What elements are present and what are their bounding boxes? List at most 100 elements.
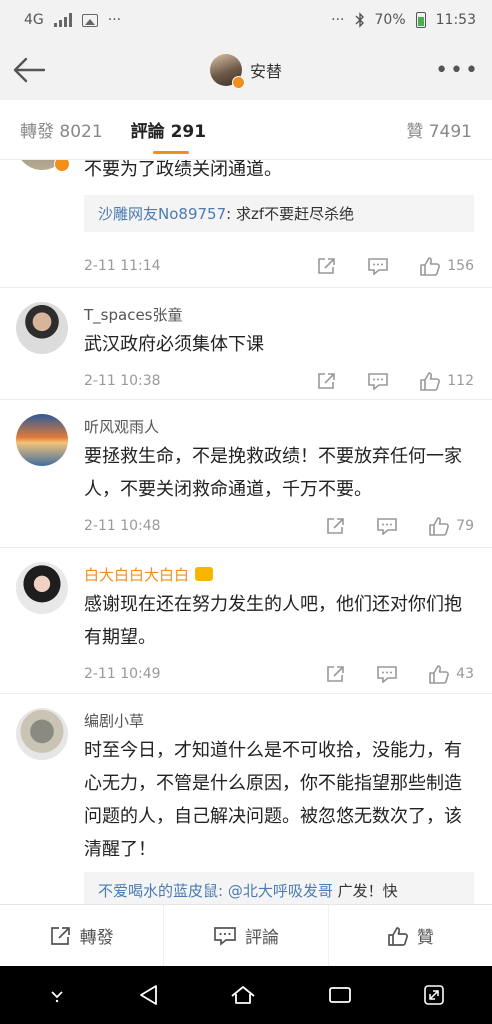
comment-time: 2-11 10:48 xyxy=(84,518,161,534)
like-count: 156 xyxy=(447,258,474,274)
recent-apps-icon[interactable] xyxy=(327,984,353,1006)
commenter-name[interactable]: 编剧小草 xyxy=(84,710,144,731)
reply-preview[interactable]: 不爱喝水的蓝皮鼠: @北大呼吸发哥 广发！快 xyxy=(84,872,474,904)
share-icon xyxy=(50,926,70,945)
reply-icon[interactable] xyxy=(367,372,389,390)
thumbs-up-icon xyxy=(420,257,441,276)
status-more-right: ··· xyxy=(331,12,345,28)
commenter-avatar[interactable] xyxy=(16,302,68,354)
author-name[interactable]: 安替 xyxy=(250,58,282,82)
reply-icon[interactable] xyxy=(376,665,398,683)
like-label: 贊 xyxy=(416,928,434,948)
tab-comments-label: 評論 xyxy=(130,122,165,142)
network-indicator: 4G xyxy=(24,12,44,28)
vip-crown-icon xyxy=(195,567,214,581)
comment-button[interactable]: 評論 xyxy=(164,905,329,966)
share-icon[interactable] xyxy=(326,665,346,683)
comment-text: 武汉政府必须集体下课 xyxy=(84,334,264,355)
reply-preview[interactable]: 沙雕网友No89757: 求zf不要赶尽杀绝 xyxy=(84,195,474,232)
system-nav-bar xyxy=(0,966,492,1024)
clock: 11:53 xyxy=(435,12,476,28)
like-count: 79 xyxy=(456,518,474,534)
comment-meta: 2-11 11:14 156 xyxy=(84,255,474,277)
thumbs-up-icon xyxy=(429,665,450,684)
author-header[interactable]: 安替 xyxy=(209,54,282,89)
verified-badge-icon xyxy=(231,76,245,89)
tab-likes-count: 7491 xyxy=(428,122,472,142)
reply-mention[interactable]: : @北大呼吸发哥 xyxy=(218,882,333,900)
comment-meta: 2-11 10:49 43 xyxy=(84,663,474,685)
comment-time: 2-11 10:49 xyxy=(84,666,161,682)
comment-icon xyxy=(214,926,236,946)
status-more: ··· xyxy=(107,12,122,28)
comment-item: 编剧小草 时至今日，才知道什么是不可收拾，没能力，有心无力，不管是什么原因，你不… xyxy=(0,694,492,904)
tab-reposts-count: 8021 xyxy=(59,122,103,142)
comment-time: 2-11 10:38 xyxy=(84,373,161,389)
tab-reposts[interactable]: 轉發 8021 xyxy=(20,117,103,142)
thumbs-up-icon xyxy=(429,517,450,536)
comment-item: 不要为了政绩关闭通道。 沙雕网友No89757: 求zf不要赶尽杀绝 2-11 … xyxy=(0,160,492,288)
tab-likes-label: 贊 xyxy=(406,122,424,142)
like-post-button[interactable]: 贊 xyxy=(329,905,492,966)
commenter-name[interactable]: T_spaces张童 xyxy=(84,304,182,325)
repost-label: 轉發 xyxy=(79,928,114,948)
repost-button[interactable]: 轉發 xyxy=(0,905,165,966)
commenter-avatar[interactable] xyxy=(16,160,70,172)
author-avatar[interactable] xyxy=(209,54,245,89)
comment-meta: 2-11 10:38 112 xyxy=(84,370,474,392)
tab-bar: 轉發 8021 評論 291 贊 7491 xyxy=(0,100,492,160)
reply-text: 广发！快 xyxy=(332,882,398,900)
comment-item: T_spaces张童 武汉政府必须集体下课 2-11 10:38 112 xyxy=(0,288,492,400)
tab-comments[interactable]: 評論 291 xyxy=(130,117,207,154)
commenter-avatar[interactable] xyxy=(16,708,68,760)
comment-item: 白大白白大白白 感谢现在还在努力发生的人吧，他们还对你们抱有期望。 2-11 1… xyxy=(0,548,492,694)
reply-username[interactable]: 不爱喝水的蓝皮鼠 xyxy=(98,882,218,900)
bottom-action-bar: 轉發 評論 贊 xyxy=(0,904,492,966)
back-button[interactable] xyxy=(12,54,48,86)
verified-badge-icon xyxy=(54,160,70,172)
share-icon[interactable] xyxy=(317,372,337,390)
share-icon[interactable] xyxy=(326,517,346,535)
comment-meta: 2-11 10:48 79 xyxy=(84,515,474,537)
like-count: 43 xyxy=(456,666,474,682)
comment-label: 評論 xyxy=(244,928,279,948)
comment-item: 听风观雨人 要拯救生命，不是挽救政绩！不要放弃任何一家人，不要关闭救命通道，千万… xyxy=(0,400,492,548)
share-icon[interactable] xyxy=(317,257,337,275)
commenter-avatar[interactable] xyxy=(16,414,68,466)
commenter-name[interactable]: 听风观雨人 xyxy=(84,416,159,437)
thumbs-up-icon xyxy=(387,926,408,946)
tab-reposts-label: 轉發 xyxy=(20,122,54,142)
expand-icon[interactable] xyxy=(422,983,446,1007)
home-icon[interactable] xyxy=(228,984,258,1006)
thumbs-up-icon xyxy=(420,372,441,391)
reply-icon[interactable] xyxy=(376,517,398,535)
reply-text: : 求zf不要赶尽杀绝 xyxy=(226,205,355,223)
like-button[interactable]: 112 xyxy=(419,371,474,391)
status-bar: 4G ··· ··· 70% 11:53 xyxy=(0,0,492,40)
comment-text: 感谢现在还在努力发生的人吧，他们还对你们抱有期望。 xyxy=(84,594,462,648)
tab-comments-count: 291 xyxy=(170,122,207,142)
reply-username[interactable]: 沙雕网友No89757 xyxy=(98,205,226,223)
comment-text: 要拯救生命，不是挽救政绩！不要放弃任何一家人，不要关闭救命通道，千万不要。 xyxy=(84,446,462,500)
like-button[interactable]: 79 xyxy=(428,516,474,536)
commenter-avatar[interactable] xyxy=(16,562,68,614)
signal-icon xyxy=(53,13,72,27)
like-button[interactable]: 43 xyxy=(428,664,474,684)
nav-bar: 安替 ••• xyxy=(0,40,492,100)
like-count: 112 xyxy=(447,373,474,389)
image-notification-icon xyxy=(81,13,98,27)
arrow-left-icon xyxy=(13,57,46,83)
battery-icon xyxy=(415,12,426,28)
bluetooth-icon xyxy=(355,12,364,28)
more-options-button[interactable]: ••• xyxy=(435,58,480,83)
back-triangle-icon[interactable] xyxy=(137,983,159,1007)
commenter-name[interactable]: 白大白白大白白 xyxy=(84,564,214,585)
comment-feed[interactable]: 不要为了政绩关闭通道。 沙雕网友No89757: 求zf不要赶尽杀绝 2-11 … xyxy=(0,160,492,904)
tab-likes[interactable]: 贊 7491 xyxy=(406,117,472,142)
comment-text: 时至今日，才知道什么是不可收拾，没能力，有心无力，不管是什么原因，你不能指望那些… xyxy=(84,740,462,860)
hide-keyboard-icon[interactable] xyxy=(46,987,68,1003)
like-button[interactable]: 156 xyxy=(419,256,474,276)
battery-percent: 70% xyxy=(374,12,406,28)
commenter-name-text[interactable]: 白大白白大白白 xyxy=(84,566,189,584)
reply-icon[interactable] xyxy=(367,257,389,275)
